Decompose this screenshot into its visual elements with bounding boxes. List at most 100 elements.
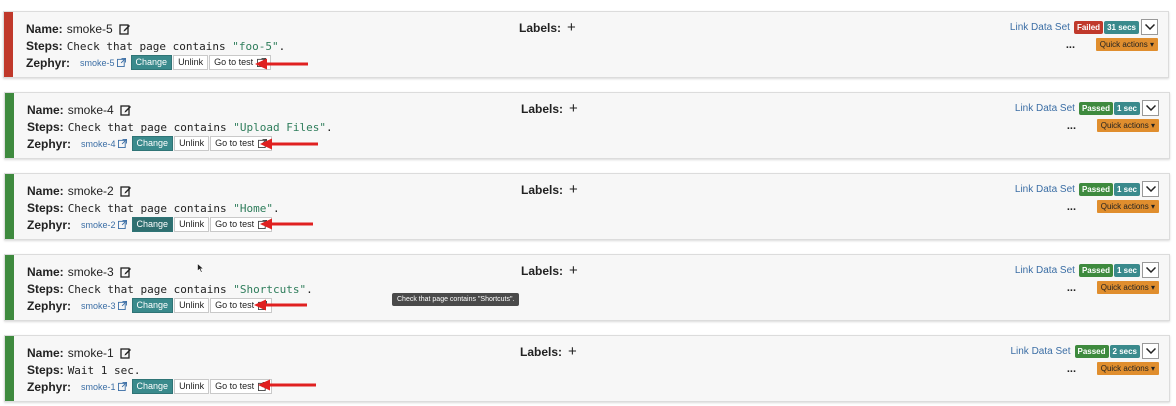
test-name: smoke-3 xyxy=(67,265,114,279)
zephyr-key[interactable]: smoke-2 xyxy=(81,220,116,230)
test-card: Name: smoke-5 Steps: Check that page con… xyxy=(3,11,1169,78)
name-label: Name: xyxy=(27,184,64,198)
name-label: Name: xyxy=(27,103,64,117)
change-button[interactable]: Change xyxy=(131,136,174,151)
add-label-icon[interactable]: + xyxy=(569,101,578,116)
go-to-test-label: Go to test xyxy=(215,381,255,391)
test-name: smoke-4 xyxy=(67,103,114,117)
steps-prefix: Check that page contains xyxy=(67,201,234,215)
link-data-set-link[interactable]: Link Data Set xyxy=(1010,22,1070,33)
steps-string: "Shortcuts" xyxy=(233,282,307,296)
mouse-cursor-icon xyxy=(197,263,205,273)
steps-label: Steps: xyxy=(27,201,64,215)
zephyr-link[interactable]: smoke-1 xyxy=(81,382,127,392)
steps-label: Steps: xyxy=(27,282,64,296)
change-button[interactable]: Change xyxy=(131,217,174,232)
zephyr-link[interactable]: smoke-4 xyxy=(81,139,127,149)
steps-string: "Upload Files" xyxy=(233,120,326,134)
external-link-icon xyxy=(117,139,127,148)
edit-icon[interactable] xyxy=(120,104,132,116)
more-options[interactable]: ... xyxy=(1067,201,1076,213)
steps-row: Steps: Wait 1 sec. xyxy=(27,363,141,377)
edit-icon[interactable] xyxy=(120,266,132,278)
steps-suffix: . xyxy=(325,120,333,134)
zephyr-key[interactable]: smoke-3 xyxy=(81,301,116,311)
edit-icon[interactable] xyxy=(120,347,132,359)
status-bar xyxy=(5,255,14,320)
steps-label: Steps: xyxy=(26,39,63,53)
expand-button[interactable] xyxy=(1141,19,1158,35)
unlink-button[interactable]: Unlink xyxy=(174,217,210,232)
status-badge: Passed xyxy=(1078,101,1113,115)
steps-suffix: . xyxy=(273,201,280,215)
test-card: Name: smoke-1 Steps: Wait 1 sec. Zephyr:… xyxy=(4,335,1170,402)
expand-button[interactable] xyxy=(1142,181,1159,197)
steps-prefix: Check that page contains xyxy=(66,39,233,53)
duration-badge: 1 sec xyxy=(1113,182,1140,196)
steps-prefix: Wait 1 sec. xyxy=(67,363,141,377)
red-arrow-annotation xyxy=(254,299,307,311)
zephyr-label: Zephyr: xyxy=(26,55,71,70)
steps-text: Check that page contains "Shortcuts". xyxy=(68,283,313,296)
quick-actions-button[interactable]: Quick actions ▾ xyxy=(1096,281,1159,294)
status-badge: Passed xyxy=(1078,263,1113,277)
add-label-icon[interactable]: + xyxy=(569,182,578,197)
chevron-down-icon xyxy=(1145,348,1156,354)
go-to-test-label: Go to test xyxy=(215,300,255,310)
expand-button[interactable] xyxy=(1142,343,1159,359)
zephyr-key[interactable]: smoke-5 xyxy=(80,58,115,68)
more-options[interactable]: ... xyxy=(1067,120,1076,132)
labels-section: Labels: + xyxy=(521,182,578,197)
steps-label: Steps: xyxy=(27,363,64,377)
labels-label: Labels: xyxy=(521,102,564,116)
quick-actions-button[interactable]: Quick actions ▾ xyxy=(1096,119,1159,132)
zephyr-row: Zephyr: smoke-2 Change Unlink Go to test xyxy=(27,216,273,233)
name-row: Name: smoke-1 xyxy=(27,346,132,360)
chevron-down-icon xyxy=(1145,105,1156,111)
unlink-button[interactable]: Unlink xyxy=(174,136,210,151)
unlink-button[interactable]: Unlink xyxy=(173,55,209,70)
quick-actions-button[interactable]: Quick actions ▾ xyxy=(1096,362,1159,375)
quick-actions-button[interactable]: Quick actions ▾ xyxy=(1096,200,1159,213)
expand-button[interactable] xyxy=(1142,100,1159,116)
external-link-icon xyxy=(117,301,127,310)
more-options[interactable]: ... xyxy=(1067,282,1076,294)
zephyr-row: Zephyr: smoke-4 Change Unlink Go to test xyxy=(27,135,273,152)
link-data-set-link[interactable]: Link Data Set xyxy=(1015,103,1075,114)
zephyr-link[interactable]: smoke-5 xyxy=(80,58,126,68)
unlink-button[interactable]: Unlink xyxy=(174,379,210,394)
unlink-button[interactable]: Unlink xyxy=(174,298,210,313)
duration-badge: 2 secs xyxy=(1109,344,1140,358)
zephyr-key[interactable]: smoke-1 xyxy=(81,382,116,392)
add-label-icon[interactable]: + xyxy=(568,344,577,359)
change-button[interactable]: Change xyxy=(131,298,174,313)
more-options[interactable]: ... xyxy=(1066,39,1075,51)
status-area: Link Data Set Passed 2 secs xyxy=(1010,343,1159,359)
external-link-icon xyxy=(117,382,127,391)
red-arrow-annotation xyxy=(255,58,308,70)
expand-button[interactable] xyxy=(1142,262,1159,278)
zephyr-link[interactable]: smoke-2 xyxy=(81,220,127,230)
steps-suffix: . xyxy=(278,39,286,53)
add-label-icon[interactable]: + xyxy=(569,263,578,278)
status-bar xyxy=(5,93,14,158)
steps-text: Wait 1 sec. xyxy=(68,364,141,377)
red-arrow-annotation xyxy=(260,218,313,230)
go-to-test-label: Go to test xyxy=(214,57,254,67)
zephyr-link[interactable]: smoke-3 xyxy=(81,301,127,311)
chevron-down-icon xyxy=(1144,24,1155,30)
link-data-set-link[interactable]: Link Data Set xyxy=(1015,265,1075,276)
more-options[interactable]: ... xyxy=(1067,363,1076,375)
link-data-set-link[interactable]: Link Data Set xyxy=(1015,184,1075,195)
edit-icon[interactable] xyxy=(120,185,132,197)
add-label-icon[interactable]: + xyxy=(567,20,576,35)
test-card: Name: smoke-2 Steps: Check that page con… xyxy=(4,173,1170,240)
zephyr-key[interactable]: smoke-4 xyxy=(81,139,116,149)
edit-icon[interactable] xyxy=(119,23,131,35)
change-button[interactable]: Change xyxy=(131,379,174,394)
test-card: Name: smoke-3 Steps: Check that page con… xyxy=(4,254,1170,321)
steps-row: Steps: Check that page contains "Home". xyxy=(27,201,280,215)
link-data-set-link[interactable]: Link Data Set xyxy=(1010,346,1070,357)
change-button[interactable]: Change xyxy=(130,55,173,70)
quick-actions-button[interactable]: Quick actions ▾ xyxy=(1095,38,1158,51)
